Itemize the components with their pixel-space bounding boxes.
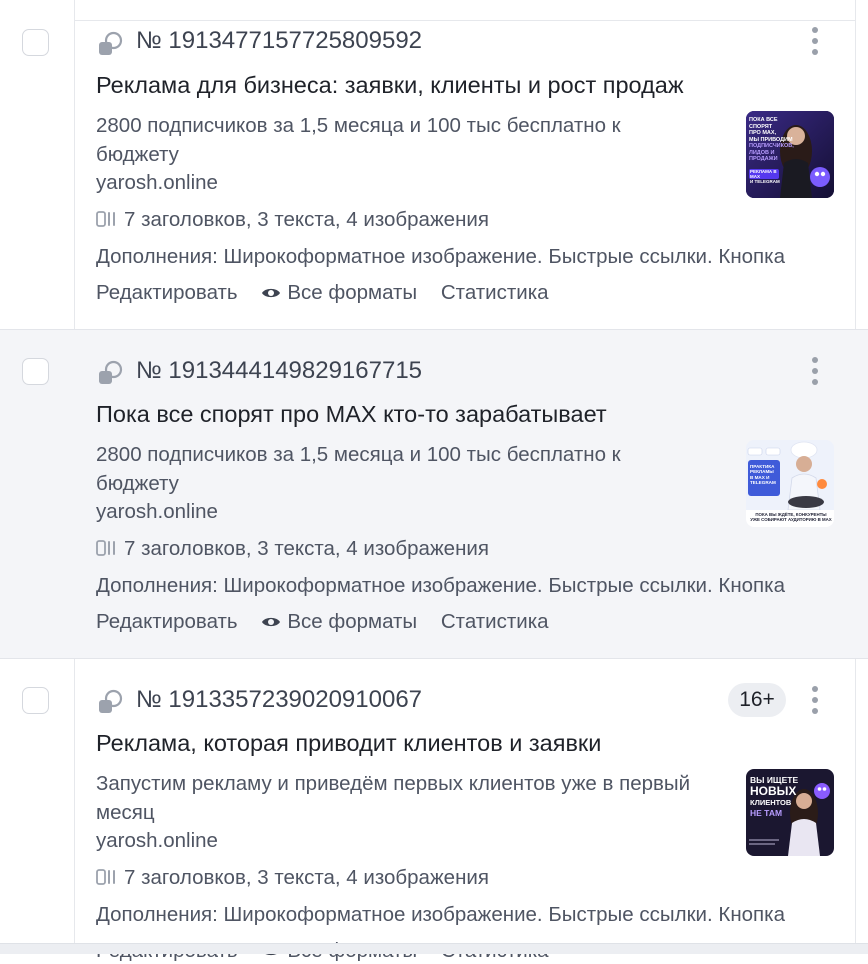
- ad-assets: 7 заголовков, 3 текста, 4 изображения: [96, 537, 489, 562]
- ad-domain[interactable]: yarosh.online: [96, 500, 218, 525]
- multi-format-ad-icon: [99, 689, 123, 713]
- thumb-line: НЕ ТАМ: [750, 808, 783, 818]
- ad-title: Реклама для бизнеса: заявки, клиенты и р…: [96, 72, 684, 98]
- thumb-line: ПОДПИСЧИКОВ,: [749, 143, 794, 149]
- edit-link[interactable]: Редактировать: [96, 281, 238, 306]
- ad-card: № 1913444149829167715 Пока все спорят пр…: [0, 330, 868, 659]
- ad-text: 2800 подписчиков за 1,5 месяца и 100 тыс…: [96, 443, 621, 495]
- ad-assets: 7 заголовков, 3 текста, 4 изображения: [96, 208, 489, 233]
- ad-thumbnail[interactable]: ВЫ ИЩЕТЕ НОВЫХ КЛИЕНТОВ НЕ ТАМ: [746, 769, 834, 856]
- thumb-line: УЖЕ СОБИРАЮТ АУДИТОРИЮ В MAX: [750, 517, 832, 523]
- statistics-link[interactable]: Статистика: [441, 281, 549, 306]
- ad-text: 2800 подписчиков за 1,5 месяца и 100 тыс…: [96, 114, 621, 166]
- ad-extras: Дополнения: Широкоформатное изображение.…: [96, 574, 785, 597]
- ad-card: № 1913357239020910067 16+ Реклама, котор…: [0, 659, 868, 962]
- ad-extras: Дополнения: Широкоформатное изображение.…: [96, 245, 785, 268]
- horizontal-scrollbar[interactable]: [0, 943, 868, 954]
- more-vertical-icon[interactable]: [805, 354, 825, 388]
- eye-icon: [262, 288, 281, 298]
- thumb-line: ЛИДОВ И ПРОДАЖИ: [749, 149, 778, 163]
- ad-title: Пока все спорят про MAX кто-то зарабатыв…: [96, 401, 607, 427]
- age-rating-badge: 16+: [728, 683, 786, 717]
- row-checkbox[interactable]: [22, 29, 49, 56]
- ad-assets-label: 7 заголовков, 3 текста, 4 изображения: [124, 866, 489, 889]
- assets-icon: [96, 540, 115, 556]
- ad-number: № 1913357239020910067: [136, 686, 423, 713]
- assets-icon: [96, 869, 115, 885]
- multi-format-ad-icon: [99, 360, 123, 384]
- more-vertical-icon[interactable]: [805, 24, 825, 58]
- ad-number: № 1913444149829167715: [136, 357, 423, 384]
- ad-number: № 1913477157725809592: [136, 27, 423, 54]
- ad-extras: Дополнения: Широкоформатное изображение.…: [96, 903, 785, 926]
- ad-domain[interactable]: yarosh.online: [96, 171, 218, 196]
- ad-assets: 7 заголовков, 3 текста, 4 изображения: [96, 866, 489, 891]
- edit-link[interactable]: Редактировать: [96, 610, 238, 635]
- thumb-line: КЛИЕНТОВ: [750, 798, 792, 807]
- all-formats-label: Все форматы: [287, 610, 418, 633]
- thumb-line: ПОКА ВСЕ СПОРЯТ: [749, 117, 778, 130]
- multi-format-ad-icon: [99, 31, 123, 55]
- all-formats-link[interactable]: Все форматы: [261, 281, 417, 306]
- row-checkbox[interactable]: [22, 358, 49, 385]
- assets-icon: [96, 211, 115, 227]
- thumb-line: И TELEGRAM: [750, 179, 780, 184]
- ad-card: № 1913477157725809592 Реклама для бизнес…: [0, 0, 868, 330]
- ad-actions: Редактировать Все форматы Статистика: [96, 610, 567, 635]
- ad-actions: Редактировать Все форматы Статистика: [96, 281, 567, 306]
- more-vertical-icon[interactable]: [805, 683, 825, 717]
- ad-title: Реклама, которая приводит клиентов и зая…: [96, 730, 602, 756]
- thumb-line: НОВЫХ: [750, 784, 797, 798]
- thumb-line: TELEGRAM: [750, 480, 776, 486]
- ad-domain[interactable]: yarosh.online: [96, 829, 218, 854]
- ad-thumbnail[interactable]: ПОКА ВСЕ СПОРЯТ ПРО MAX, МЫ ПРИВОДИМ ПОД…: [746, 111, 834, 198]
- all-formats-link[interactable]: Все форматы: [261, 610, 417, 635]
- ad-text: Запустим рекламу и приведём первых клиен…: [96, 772, 691, 824]
- ad-thumbnail[interactable]: ПРАКТИКА РЕКЛАМЫ В MAX И TELEGRAM ПОКА В…: [746, 440, 834, 527]
- ad-assets-label: 7 заголовков, 3 текста, 4 изображения: [124, 208, 489, 231]
- all-formats-label: Все форматы: [287, 281, 418, 304]
- ad-assets-label: 7 заголовков, 3 текста, 4 изображения: [124, 537, 489, 560]
- row-checkbox[interactable]: [22, 687, 49, 714]
- eye-icon: [262, 617, 281, 627]
- thumb-line: РЕКЛАМА В MAX: [750, 169, 777, 179]
- statistics-link[interactable]: Статистика: [441, 610, 549, 635]
